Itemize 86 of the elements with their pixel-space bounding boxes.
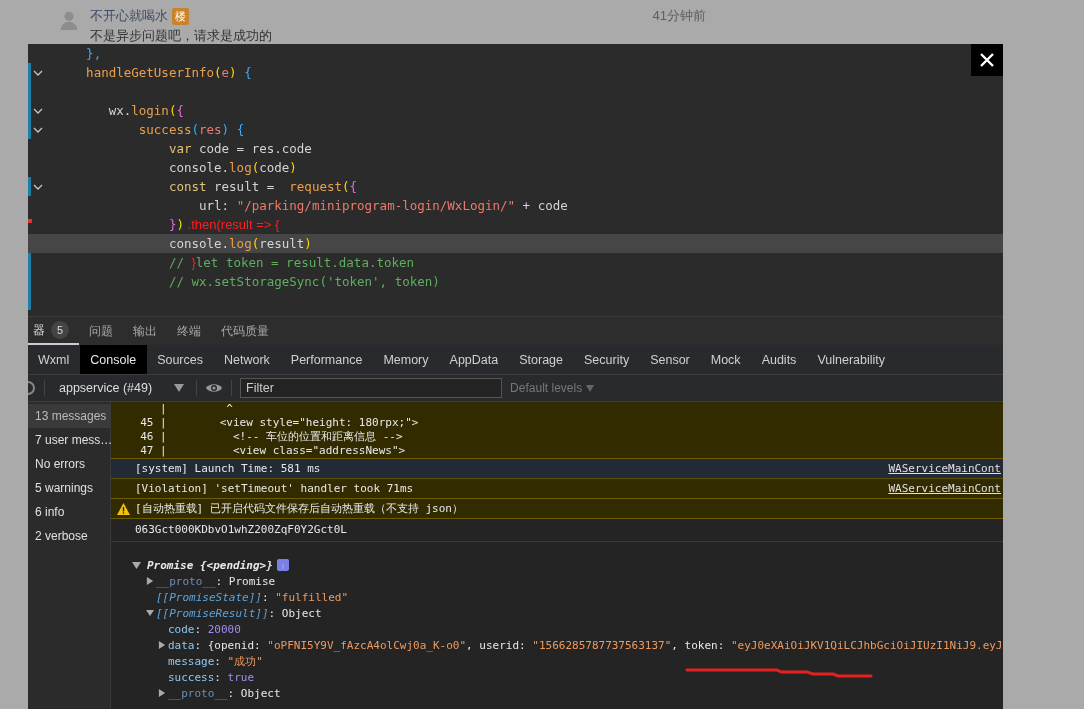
code-line: const result = request({ [167, 179, 358, 194]
message-filter-item[interactable]: 6 info [28, 500, 110, 524]
change-marker [28, 219, 32, 223]
message-filter-item[interactable]: No errors [28, 452, 110, 476]
devtools-tab[interactable]: Vulnerability [807, 345, 896, 374]
code-line: success(res) { [137, 122, 245, 137]
console-message: 063Gct000KDbvO1whZ200ZqF0Y2Gct0L [135, 523, 347, 536]
code-line: var code = res.code [167, 141, 312, 156]
source-link[interactable]: WAServiceMainCont [888, 482, 1001, 495]
dropdown-caret-icon [174, 384, 185, 392]
tab-label: 代码质量 [221, 322, 269, 340]
warning-icon [117, 502, 130, 515]
property-line: success: true [168, 670, 255, 684]
tab-label: 输出 [133, 322, 157, 340]
devtools-tab[interactable]: Memory [373, 345, 440, 374]
devtools-tab[interactable]: AppData [439, 345, 510, 374]
comment-time: 41分钟前 [652, 7, 706, 25]
close-button[interactable] [971, 44, 1003, 76]
property-line: [[PromiseState]]: "fulfilled" [156, 590, 349, 604]
eye-icon[interactable] [205, 382, 224, 394]
console-message: [system] Launch Time: 581 ms [135, 462, 321, 475]
panel-tab[interactable]: 输出 [123, 317, 167, 345]
source-link[interactable]: WAServiceMainCont [888, 462, 1001, 475]
tab-label: 器 [33, 321, 45, 339]
code-line: // }let token = result.data.token [167, 255, 415, 270]
devtools-tab[interactable]: Wxml [28, 345, 81, 374]
message-filter-item[interactable]: 7 user mess… [28, 428, 110, 452]
devtools-tab[interactable]: Network [214, 345, 281, 374]
code-line: // wx.setStorageSync('token', token) [167, 274, 440, 289]
chevron-down-icon[interactable] [33, 70, 43, 76]
devtools-tab[interactable]: Sensor [640, 345, 701, 374]
property-line: data: {openid: "oPFNI5Y9V_fAzcA4olCwj0a_K-o0", userid: "1566285787737563137", token: "eyJ0eXAiOiJKV1QiLCJhbGciOiJIUzI1NiJ9.eyJ [168, 638, 1003, 652]
panel-tab[interactable]: 终端 [167, 317, 211, 345]
floor-badge: 楼 [172, 7, 189, 25]
expand-triangle-icon[interactable] [158, 641, 166, 649]
property-line: message: "成功" [168, 653, 263, 669]
console-message: [自动热重载] 已开启代码文件保存后自动热重载（不支持 json） [135, 501, 463, 516]
panel-tab[interactable]: 问题 [79, 317, 123, 345]
code-frame-line: 46 | <!-- 车位的位置和距离信息 --> [139, 430, 404, 444]
code-frame-line: | ^ [159, 402, 234, 416]
devtools-tab[interactable]: Sources [147, 345, 214, 374]
message-filter-item[interactable]: 2 verbose [28, 524, 110, 548]
code-line: console.log(code) [167, 160, 297, 175]
code-frame-line: 45 | <view style="height: 180rpx;"> [139, 416, 420, 430]
code-line: console.log(result) [167, 236, 312, 251]
devtools-tab[interactable]: Security [574, 345, 641, 374]
devtools-tab[interactable]: Console [80, 345, 148, 374]
chevron-down-icon[interactable] [33, 184, 43, 190]
dropdown-caret-icon [586, 384, 595, 392]
message-filter-item[interactable]: 5 warnings [28, 476, 110, 500]
close-icon [979, 52, 995, 68]
code-frame-line: 47 | <view class="addressNews"> [139, 444, 407, 458]
filter-field[interactable]: Filter [240, 378, 503, 398]
change-marker [28, 177, 31, 196]
property-line: __proto__: Promise [156, 574, 276, 588]
tab-label: 问题 [89, 322, 113, 340]
comment-text: 不是异步问题吧，请求是成功的 [90, 28, 273, 43]
chevron-down-icon[interactable] [33, 127, 43, 133]
expand-triangle-icon[interactable] [158, 689, 166, 697]
context-select[interactable]: appservice (#49) [53, 381, 189, 395]
panel-tab[interactable]: 代码质量 [211, 317, 279, 345]
comment-author[interactable]: 不开心就喝水 [90, 7, 168, 25]
expand-triangle-icon[interactable] [132, 560, 141, 570]
message-filter-item[interactable]: 13 messages [28, 404, 110, 428]
devtools-tab[interactable]: Storage [509, 345, 574, 374]
devtools-tab[interactable]: Performance [280, 345, 374, 374]
console-message: [Violation] 'setTimeout' handler took 71ms [135, 482, 414, 495]
property-line: [[PromiseResult]]: Object [156, 606, 322, 620]
code-line: }, [85, 46, 102, 61]
object-preview: Promise {<pending>} [147, 558, 273, 572]
clear-console-icon[interactable] [28, 381, 36, 395]
tab-label: 终端 [177, 322, 201, 340]
expand-triangle-icon[interactable] [146, 577, 154, 585]
chevron-down-icon[interactable] [33, 108, 43, 114]
count-badge: 5 [51, 321, 69, 339]
code-line: wx.login({ [107, 103, 184, 118]
expand-triangle-icon[interactable] [146, 609, 154, 617]
code-line: }) .then(result => { [167, 217, 280, 232]
info-icon [276, 559, 289, 571]
property-line: __proto__: Object [168, 686, 281, 700]
code-line: handleGetUserInfo(e) { [85, 65, 252, 80]
property-line: code: 20000 [168, 622, 241, 636]
devtools-tab[interactable]: Audits [751, 345, 808, 374]
devtools-tab[interactable]: Mock [700, 345, 752, 374]
code-line: url: "/parking/miniprogram-login/WxLogin/" + code [198, 198, 568, 213]
avatar-icon [58, 9, 80, 31]
